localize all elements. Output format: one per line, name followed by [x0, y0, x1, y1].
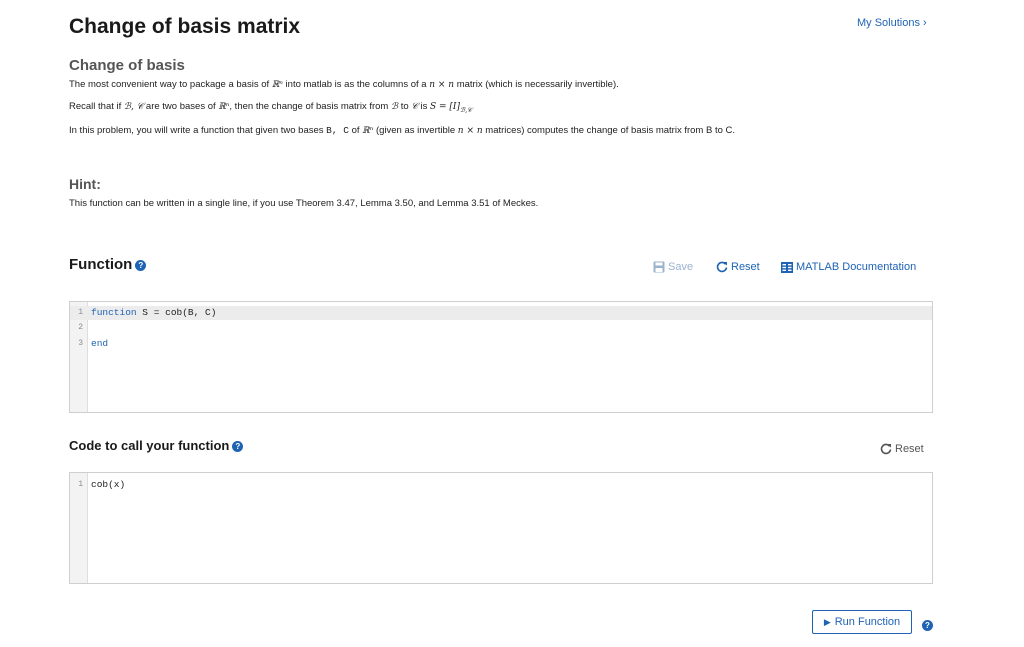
text: Recall that if — [69, 101, 124, 112]
text: is — [417, 101, 430, 112]
text: (given as invertible — [373, 125, 458, 136]
text: matrix (which is necessarily invertible)… — [454, 79, 619, 90]
description-heading: Change of basis — [69, 57, 185, 74]
reset-button[interactable]: Reset — [716, 261, 760, 273]
keyword: function — [91, 307, 137, 318]
save-button[interactable]: Save — [653, 261, 693, 273]
matlab-docs-link[interactable]: MATLAB Documentation — [781, 261, 916, 273]
keyword: end — [91, 338, 109, 349]
math-rn: ℝⁿ — [271, 80, 283, 90]
reset-icon — [880, 443, 892, 455]
math-bases: ℬ, 𝒞 — [123, 102, 144, 112]
description-paragraph-2: Recall that if ℬ, 𝒞 are two bases of ℝⁿ,… — [69, 101, 472, 115]
description-paragraph-3: In this problem, you will write a functi… — [69, 125, 735, 136]
line-number: 2 — [78, 323, 83, 332]
help-icon[interactable]: ? — [135, 260, 147, 271]
math-nxn: n × n — [457, 126, 483, 136]
call-heading-row: Code to call your function? — [69, 437, 244, 455]
line-number: 1 — [78, 308, 83, 317]
reset-icon — [716, 261, 728, 273]
text: to — [398, 101, 412, 112]
my-solutions-link[interactable]: My Solutions › — [857, 17, 927, 29]
save-icon — [653, 261, 665, 273]
code-line[interactable]: 3 end — [70, 337, 932, 351]
text: matrices) computes the change of basis m… — [482, 125, 736, 136]
run-function-button[interactable]: ▶ Run Function — [812, 610, 912, 634]
run-label: Run Function — [834, 616, 901, 628]
text: , then the change of basis matrix from — [229, 101, 391, 112]
code-bc: B, C — [326, 125, 349, 136]
code-line[interactable]: 1 cob(x) — [70, 478, 932, 492]
page-title: Change of basis matrix — [69, 15, 301, 38]
code-line[interactable]: 1 function S = cob(B, C) — [70, 306, 932, 320]
run-help[interactable]: ? — [922, 616, 933, 634]
text: The most convenient way to package a bas… — [69, 79, 272, 90]
text: of — [348, 125, 363, 136]
math-rn: ℝⁿ — [362, 126, 374, 136]
code-line[interactable]: 2 — [70, 321, 932, 335]
hint-heading: Hint: — [69, 176, 101, 192]
math-s-sub: ℬ,𝒞 — [460, 105, 472, 114]
hint-text: This function can be written in a single… — [69, 198, 539, 209]
reset-label: Reset — [731, 261, 760, 273]
call-heading: Code to call your function — [69, 438, 230, 453]
play-icon: ▶ — [823, 616, 831, 627]
docs-label: MATLAB Documentation — [796, 261, 917, 273]
function-editor[interactable]: 1 function S = cob(B, C) 2 3 end — [69, 301, 933, 413]
call-reset-button[interactable]: Reset — [880, 443, 924, 455]
function-heading-row: Function? — [69, 256, 147, 274]
code-rest: S = cob(B, C) — [136, 307, 217, 318]
help-icon[interactable]: ? — [232, 441, 244, 452]
description-paragraph-1: The most convenient way to package a bas… — [69, 79, 619, 90]
math-s-eq: S = [I] — [429, 102, 460, 112]
line-number: 3 — [78, 339, 83, 348]
call-editor[interactable]: 1 cob(x) — [69, 472, 933, 584]
documentation-icon — [781, 261, 793, 273]
text: into matlab is as the columns of a — [282, 79, 430, 90]
text: In this problem, you will write a functi… — [69, 125, 327, 136]
code-text: function S = cob(B, C) — [91, 306, 216, 320]
save-label: Save — [668, 261, 694, 273]
help-icon[interactable]: ? — [922, 620, 933, 631]
code-text: end — [91, 337, 108, 351]
math-nxn: n × n — [429, 80, 455, 90]
code-text: cob(x) — [91, 479, 126, 490]
text: are two bases of — [143, 101, 219, 112]
line-number: 1 — [78, 480, 83, 489]
math-rn: ℝⁿ — [218, 102, 230, 112]
function-heading: Function — [69, 256, 133, 273]
reset-label: Reset — [895, 443, 924, 455]
